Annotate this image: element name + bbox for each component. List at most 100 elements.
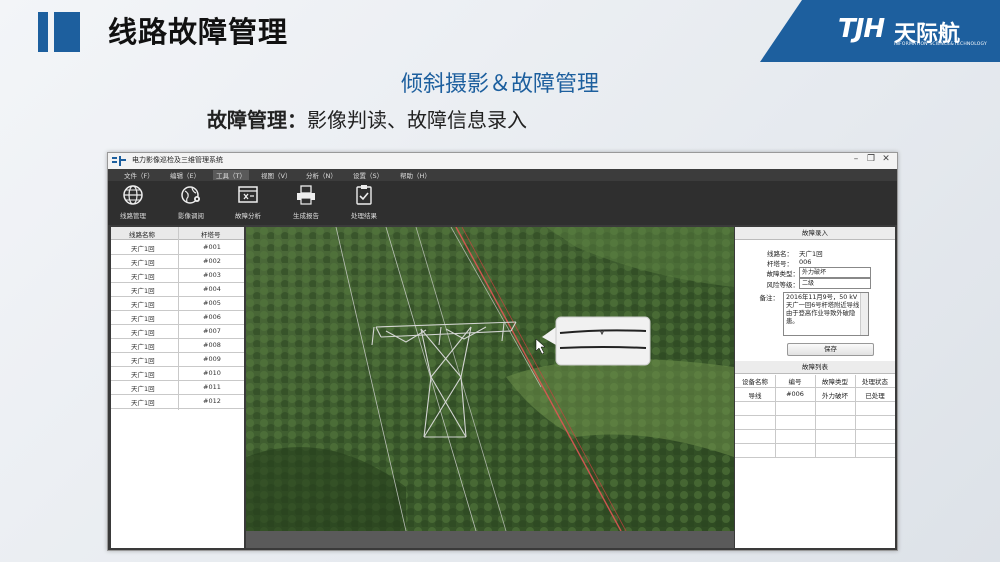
app-title: 电力影像巡检及三维管理系统	[132, 156, 223, 164]
description-bold: 故障管理：	[207, 108, 307, 132]
cell-line-name: 天广1回	[131, 399, 155, 407]
note-scrollbar[interactable]	[860, 293, 868, 335]
table-row[interactable]: 天广1回 #003	[111, 268, 244, 283]
company-logo: TJH 天际航 INFORMATION SCIENCE&TECHNOLOGY	[760, 0, 1000, 62]
slide-description: 故障管理：影像判读、故障信息录入	[207, 104, 527, 133]
minimize-icon[interactable]: –	[849, 154, 863, 164]
fault-callout-zoom	[542, 315, 652, 371]
tool-line-management[interactable]: 线路管理	[108, 184, 158, 222]
tool-image-viewer[interactable]: 影像调阅	[166, 184, 216, 222]
cell-line-name: 天广1回	[131, 273, 155, 281]
column-divider	[855, 375, 856, 457]
window-titlebar: 电力影像巡检及三维管理系统 – ❐ ✕	[108, 153, 897, 169]
column-header-number: 编号	[788, 378, 802, 386]
column-header-tower-no: 杆塔号	[201, 231, 221, 239]
save-button[interactable]: 保存	[787, 343, 874, 356]
title-accent-bar	[38, 12, 48, 52]
menu-bar: 文件（F） 编辑（E） 工具（T） 视图（V） 分析（N） 设置（S） 帮助（H…	[108, 169, 897, 181]
menu-edit[interactable]: 编辑（E）	[170, 170, 200, 180]
table-row[interactable]: 天广1回 #004	[111, 282, 244, 297]
risk-level-field[interactable]: 二级	[799, 278, 871, 289]
cell-line-name: 天广1回	[131, 287, 155, 295]
fault-type-field[interactable]: 外力破坏	[799, 267, 871, 278]
table-row[interactable]: 天广1回 #011	[111, 380, 244, 395]
aerial-image-view[interactable]	[246, 227, 734, 531]
tool-process-result[interactable]: 处理结果	[339, 184, 389, 222]
line-name-label: 线路名：	[767, 250, 793, 258]
row-divider	[735, 457, 895, 458]
tool-generate-report[interactable]: 生成报告	[281, 184, 331, 222]
cell-line-name: 天广1回	[131, 371, 155, 379]
cell-tower-no: #001	[203, 243, 221, 251]
column-header-line-name: 线路名称	[129, 231, 155, 239]
fault-entry-title: 故障录入	[735, 227, 895, 240]
line-name-value: 天广1回	[799, 250, 823, 258]
cell-fault-type[interactable]: 外力破坏	[815, 390, 855, 400]
note-text: 2016年11月9号，50 kV天广一回6号杆塔附近导线由于登高作业导致外破隐患…	[786, 294, 860, 325]
slide-title: 线路故障管理	[108, 15, 289, 49]
cell-tower-no: #009	[203, 355, 221, 363]
fault-panel: 故障录入 线路名： 天广1回 杆塔号： 006 故障类型： 外力破坏 风险等级：…	[735, 227, 895, 548]
tool-label: 故障分析	[235, 212, 261, 220]
cell-line-name: 天广1回	[131, 385, 155, 393]
column-divider	[815, 375, 816, 457]
table-row[interactable]: 天广1回 #010	[111, 366, 244, 381]
description-text: 影像判读、故障信息录入	[307, 108, 527, 132]
table-row[interactable]: 天广1回 #005	[111, 296, 244, 311]
app-logo-icon	[112, 156, 126, 166]
menu-help[interactable]: 帮助（H）	[400, 170, 431, 180]
tool-label: 处理结果	[351, 212, 377, 220]
maximize-icon[interactable]: ❐	[864, 154, 878, 164]
image-status-bar	[246, 531, 734, 548]
column-header-fault-type: 故障类型	[822, 378, 848, 386]
tool-label: 线路管理	[120, 212, 146, 220]
cell-device[interactable]: 导线	[735, 390, 775, 400]
aerial-photo	[246, 227, 734, 531]
earth-pin-icon	[181, 186, 200, 204]
note-label: 备注：	[759, 294, 780, 302]
menu-tools[interactable]: 工具（T）	[213, 170, 249, 180]
cell-line-name: 天广1回	[131, 343, 155, 351]
tower-no-value: 006	[799, 258, 812, 266]
logo-tagline: INFORMATION SCIENCE&TECHNOLOGY	[894, 42, 987, 47]
cell-tower-no: #008	[203, 341, 221, 349]
menu-analysis[interactable]: 分析（N）	[306, 170, 337, 180]
tool-label: 影像调阅	[178, 212, 204, 220]
table-row[interactable]: 天广1回 #012	[111, 394, 244, 409]
tool-label: 生成报告	[293, 212, 319, 220]
cell-number[interactable]: #006	[775, 390, 815, 398]
cell-tower-no: #012	[203, 397, 221, 405]
cell-line-name: 天广1回	[131, 259, 155, 267]
table-row[interactable]: 天广1回 #002	[111, 254, 244, 269]
table-row[interactable]: 天广1回 #008	[111, 338, 244, 353]
close-icon[interactable]: ✕	[879, 154, 893, 164]
column-divider	[775, 375, 776, 457]
table-row[interactable]: 天广1回 #007	[111, 324, 244, 339]
tool-fault-analysis[interactable]: 故障分析	[223, 184, 273, 222]
table-row[interactable]: 天广1回 #001	[111, 240, 244, 255]
fault-analysis-icon	[238, 186, 258, 203]
cell-tower-no: #006	[203, 313, 221, 321]
fault-type-label: 故障类型：	[766, 270, 800, 278]
cell-line-name: 天广1回	[131, 357, 155, 365]
cell-line-name: 天广1回	[131, 329, 155, 337]
line-table: 线路名称 杆塔号 天广1回 #001 天广1回 #002 天广1回 #003 天广1回…	[111, 227, 244, 548]
fault-list-title: 故障列表	[735, 361, 895, 374]
cell-line-name: 天广1回	[131, 245, 155, 253]
cell-tower-no: #002	[203, 257, 221, 265]
table-row[interactable]: 天广1回 #009	[111, 352, 244, 367]
cell-line-name: 天广1回	[131, 301, 155, 309]
cell-tower-no: #004	[203, 285, 221, 293]
cell-tower-no: #005	[203, 299, 221, 307]
title-accent-block	[54, 12, 80, 52]
cell-status[interactable]: 已处理	[855, 390, 895, 400]
risk-level-label: 风险等级：	[766, 281, 800, 289]
menu-file[interactable]: 文件（F）	[124, 170, 154, 180]
table-row[interactable]: 天广1回 #006	[111, 310, 244, 325]
menu-settings[interactable]: 设置（S）	[353, 170, 383, 180]
menu-view[interactable]: 视图（V）	[261, 170, 291, 180]
cell-tower-no: #003	[203, 271, 221, 279]
cell-line-name: 天广1回	[131, 315, 155, 323]
note-textarea[interactable]: 2016年11月9号，50 kV天广一回6号杆塔附近导线由于登高作业导致外破隐患…	[783, 292, 869, 336]
printer-icon	[297, 185, 315, 205]
